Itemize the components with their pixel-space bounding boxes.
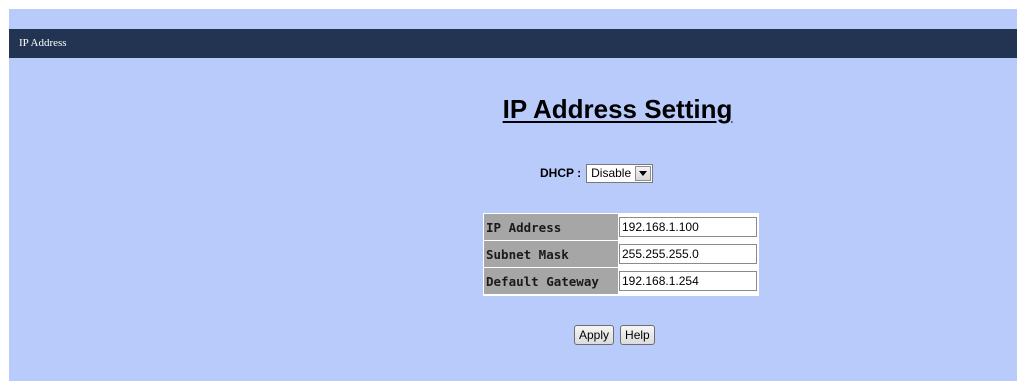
dhcp-row: DHCP : Disable (540, 162, 654, 184)
page-title: IP Address Setting (502, 94, 733, 124)
apply-button[interactable]: Apply (574, 325, 615, 345)
default-gateway-label: Default Gateway (484, 268, 618, 295)
ip-settings-table: IP Address Subnet Mask Default Gateway (483, 213, 759, 296)
table-row: IP Address (484, 214, 758, 241)
dhcp-label: DHCP : (540, 166, 582, 180)
subnet-mask-input[interactable] (619, 244, 757, 264)
subnet-mask-cell (618, 241, 758, 268)
ip-address-input[interactable] (619, 217, 757, 237)
table-row: Default Gateway (484, 268, 758, 295)
ip-address-cell (618, 214, 758, 241)
dhcp-select-value: Disable (591, 166, 632, 180)
default-gateway-cell (618, 268, 758, 295)
arrow-shape (639, 170, 648, 176)
help-button[interactable]: Help (620, 325, 655, 345)
subnet-mask-label: Subnet Mask (484, 241, 618, 268)
button-row: Apply Help (574, 325, 655, 345)
table-row: Subnet Mask (484, 241, 758, 268)
default-gateway-input[interactable] (619, 271, 757, 291)
ip-address-label: IP Address (484, 214, 618, 241)
main-frame: IP Address IP Address Setting DHCP : Dis… (9, 9, 1017, 381)
chevron-down-icon[interactable] (635, 165, 652, 181)
dhcp-select[interactable]: Disable (586, 163, 654, 183)
title-bar: IP Address (9, 29, 1017, 58)
title-bar-label: IP Address (19, 37, 67, 49)
